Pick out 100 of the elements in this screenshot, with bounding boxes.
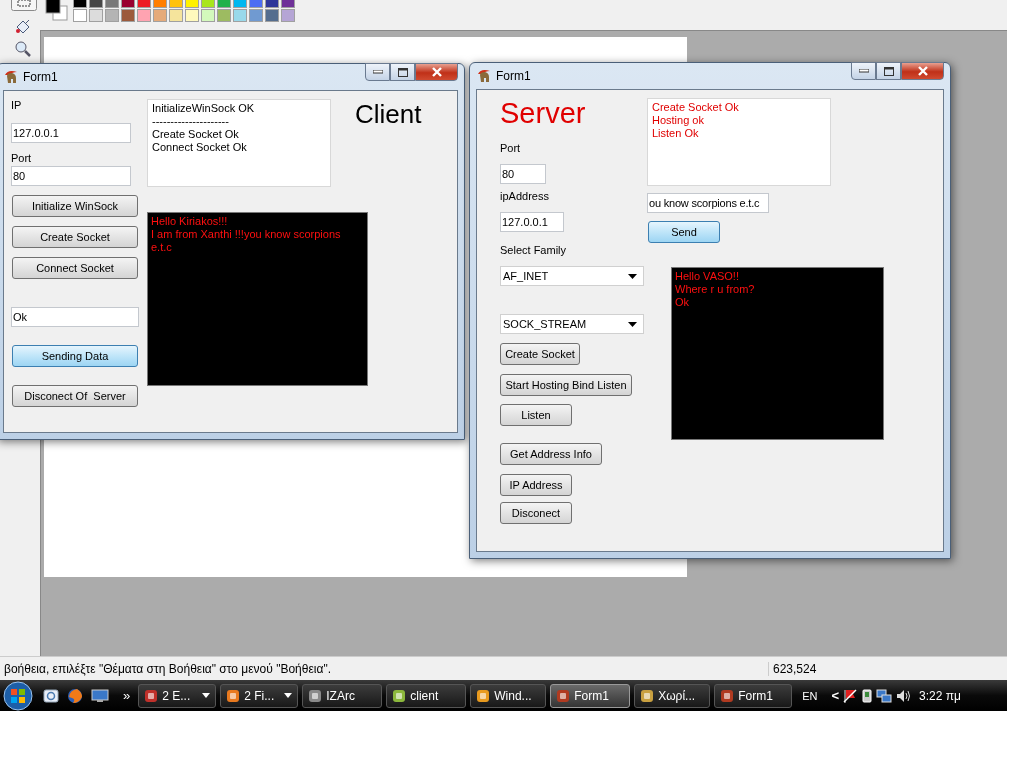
color-swatch[interactable]	[201, 9, 215, 22]
window-icon[interactable]	[43, 687, 59, 704]
minimize-button[interactable]	[851, 62, 876, 80]
color-swatch[interactable]	[137, 9, 151, 22]
dropdown[interactable]: AF_INET	[500, 266, 644, 286]
taskbar-button[interactable]: 2 E...	[138, 683, 217, 708]
taskbar-button[interactable]: Wind...	[470, 683, 547, 708]
network-icon[interactable]	[876, 687, 893, 704]
log-entry: InitializeWinSock OK	[152, 102, 256, 115]
chat-message: Hello Kiriakos!!!	[151, 215, 229, 228]
log-entry: Hosting ok	[652, 114, 705, 127]
globe-icon[interactable]	[67, 687, 83, 704]
color-swatch[interactable]	[217, 0, 231, 8]
taskbar-button[interactable]: Χωρί...	[634, 683, 711, 708]
action-button[interactable]: Disconect	[500, 502, 572, 524]
color-swatch[interactable]	[121, 9, 135, 22]
color-swatch[interactable]	[233, 0, 247, 8]
input-field[interactable]: 80	[500, 164, 546, 184]
fill-icon[interactable]	[14, 18, 32, 36]
app-icon	[226, 688, 241, 703]
color-swatch[interactable]	[265, 0, 279, 8]
color-swatch[interactable]	[153, 9, 167, 22]
field-label: ipAddress	[500, 189, 549, 203]
form-heading: Client	[355, 99, 422, 129]
close-button[interactable]	[415, 63, 458, 81]
caret-icon	[628, 321, 637, 327]
color-swatch[interactable]	[281, 0, 295, 8]
taskbar-button[interactable]: IZArc	[302, 683, 383, 708]
select-icon[interactable]	[11, 0, 37, 11]
start-button[interactable]	[1, 680, 35, 711]
taskbar-button[interactable]: Form1	[550, 683, 631, 708]
flag-icon[interactable]	[842, 687, 859, 704]
color-swatch[interactable]	[89, 9, 103, 22]
action-button[interactable]: Create Socket	[12, 226, 138, 248]
message-field[interactable]: Ok	[11, 307, 139, 327]
send-button[interactable]: Sending Data	[12, 345, 138, 367]
field-label: Select Family	[500, 243, 567, 257]
caret-icon	[628, 273, 637, 279]
magnifier-icon[interactable]	[14, 40, 32, 58]
action-button[interactable]: Get Address Info	[500, 443, 602, 465]
color-swatch[interactable]	[169, 9, 183, 22]
message-field[interactable]: ou know scorpions e.t.c	[647, 193, 769, 213]
maximize-icon	[397, 67, 408, 77]
language-indicator[interactable]: EN	[802, 689, 818, 702]
window-title: Form1	[496, 69, 531, 83]
chat-message: e.t.c	[151, 241, 173, 254]
tray-toggle[interactable]: <	[831, 688, 840, 703]
input-field[interactable]: 127.0.0.1	[11, 123, 131, 143]
action-button[interactable]: Create Socket	[500, 343, 580, 365]
color-swatch[interactable]	[73, 9, 87, 22]
action-button[interactable]: Connect Socket	[12, 257, 138, 279]
color-swatch[interactable]	[105, 0, 119, 8]
monitor-icon[interactable]	[91, 687, 109, 704]
color-swatch[interactable]	[73, 0, 87, 8]
input-field[interactable]: 80	[11, 166, 131, 186]
maximize-button[interactable]	[390, 63, 415, 81]
chat-message: Ok	[675, 296, 691, 309]
clock: 3:22 πμ	[919, 688, 961, 703]
action-button[interactable]: Listen	[500, 404, 572, 426]
helmet-icon	[3, 69, 19, 85]
send-button[interactable]: Send	[648, 221, 720, 243]
color-swatch[interactable]	[249, 0, 263, 8]
color-swatch[interactable]	[121, 0, 135, 8]
chat-message: Where r u from?	[675, 283, 756, 296]
color-swatch[interactable]	[249, 9, 263, 22]
overflow-chevron[interactable]: »	[123, 688, 131, 703]
chat-message: Hello VASO!!	[675, 270, 740, 283]
close-icon	[430, 67, 443, 77]
minimize-button[interactable]	[365, 63, 390, 81]
color-swatch[interactable]	[137, 0, 151, 8]
taskbar-button[interactable]: client	[386, 683, 467, 708]
maximize-icon	[883, 66, 894, 76]
taskbar-button[interactable]: Form1	[714, 683, 793, 708]
log-entry: Listen Ok	[652, 127, 700, 140]
minimize-icon	[372, 70, 383, 74]
close-button[interactable]	[901, 62, 944, 80]
disconnect-button[interactable]: Disconect Of Server	[12, 385, 138, 407]
current-colors-icon[interactable]	[45, 0, 69, 22]
color-swatch[interactable]	[153, 0, 167, 8]
taskbar-button[interactable]: 2 Fi...	[220, 683, 299, 708]
app-icon	[392, 688, 407, 703]
device-icon[interactable]	[861, 687, 874, 704]
log-entry: ---------------------	[152, 115, 230, 128]
color-swatch[interactable]	[217, 9, 231, 22]
action-button[interactable]: Initialize WinSock	[12, 195, 138, 217]
color-swatch[interactable]	[89, 0, 103, 8]
color-swatch[interactable]	[281, 9, 295, 22]
color-swatch[interactable]	[105, 9, 119, 22]
action-button[interactable]: IP Address	[500, 474, 572, 496]
action-button[interactable]: Start Hosting Bind Listen	[500, 374, 632, 396]
color-swatch[interactable]	[201, 0, 215, 8]
color-swatch[interactable]	[265, 9, 279, 22]
maximize-button[interactable]	[876, 62, 901, 80]
color-swatch[interactable]	[185, 9, 199, 22]
color-swatch[interactable]	[169, 0, 183, 8]
input-field[interactable]: 127.0.0.1	[500, 212, 564, 232]
dropdown[interactable]: SOCK_STREAM	[500, 314, 644, 334]
chat-message: I am from Xanthi !!!you know scorpions	[151, 228, 342, 241]
color-swatch[interactable]	[233, 9, 247, 22]
color-swatch[interactable]	[185, 0, 199, 8]
